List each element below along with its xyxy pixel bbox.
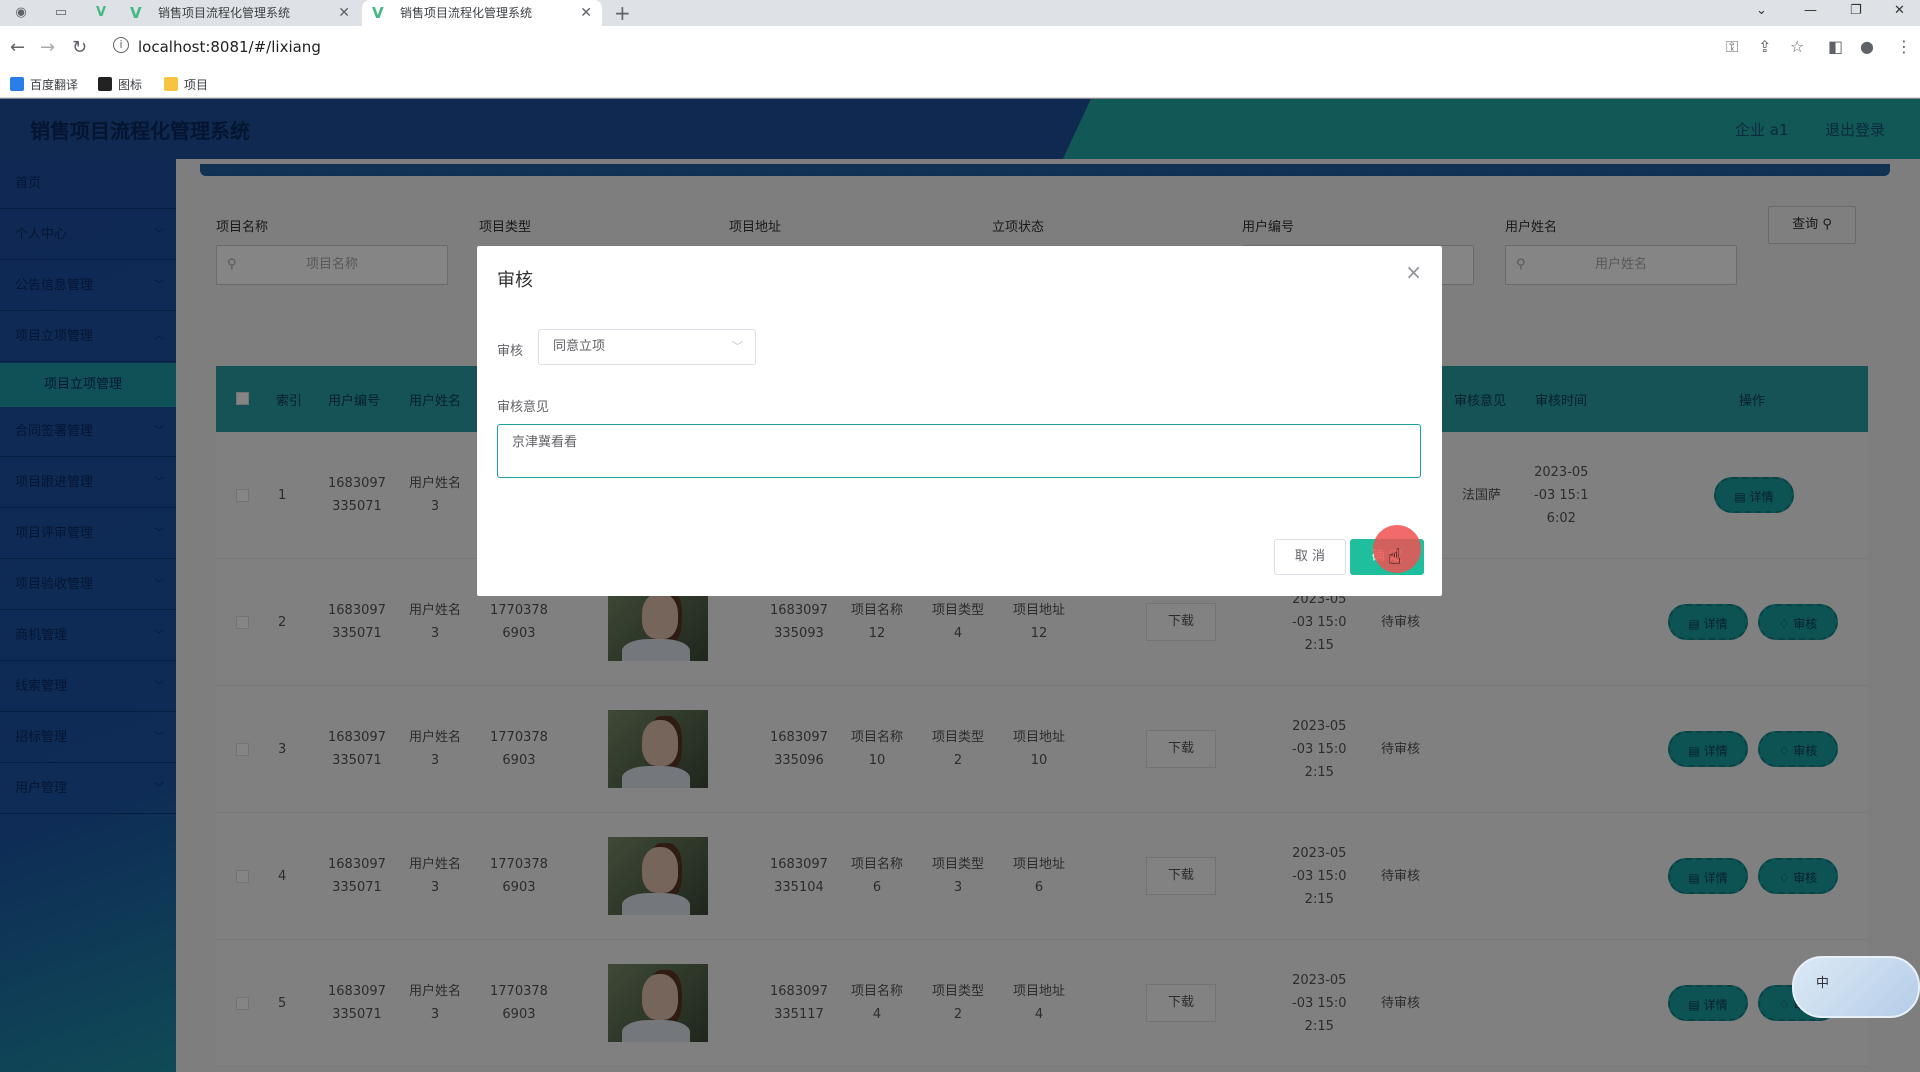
minimize-icon[interactable]: — [1804, 0, 1817, 22]
close-window-icon[interactable]: ✕ [1894, 0, 1905, 22]
browser-tab-bar: ◉ ▭ V V 销售项目流程化管理系统 ✕ V 销售项目流程化管理系统 ✕ + … [0, 0, 1920, 26]
reload-icon[interactable]: ↻ [72, 37, 87, 59]
vue-logo-icon: V [372, 4, 384, 22]
globe-icon[interactable]: ◉ [12, 4, 30, 22]
vue-logo-icon: V [130, 4, 142, 22]
address-bar: ← → ↻ i localhost:8081/#/lixiang ⚿ ⇪ ☆ ◧… [0, 26, 1920, 70]
review-label: 审核 [497, 344, 524, 359]
restore-icon[interactable]: ❐ [1850, 0, 1862, 22]
key-icon[interactable]: ⚿ [1726, 38, 1738, 56]
review-select[interactable]: 同意立项 ﹀ [538, 329, 756, 365]
profile-icon[interactable]: ● [1860, 38, 1874, 56]
browser-tab-1[interactable]: V 销售项目流程化管理系统 ✕ [120, 0, 360, 26]
opinion-textarea[interactable]: 京津冀看看 [497, 424, 1421, 478]
share-icon[interactable]: ⇪ [1758, 38, 1771, 56]
vue-tab-icon[interactable]: V [92, 4, 110, 22]
ime-mode-label: 中 [1816, 976, 1830, 991]
bookmark-item[interactable]: 图标 [98, 76, 142, 93]
ime-widget[interactable]: 中 [1792, 956, 1920, 1018]
bookmarks-bar: 百度翻译 图标 项目 [0, 70, 1920, 98]
side-panel-icon[interactable]: ◧ [1828, 38, 1843, 56]
site-info-icon[interactable]: i [113, 37, 129, 53]
bookmark-item[interactable]: 百度翻译 [10, 76, 78, 93]
close-icon[interactable]: × [1405, 260, 1422, 284]
back-icon[interactable]: ← [10, 37, 25, 59]
image-icon [98, 77, 112, 91]
menu-icon[interactable]: ⋮ [1896, 38, 1912, 56]
close-tab-icon[interactable]: ✕ [580, 0, 592, 26]
browser-tab-2[interactable]: V 销售项目流程化管理系统 ✕ [362, 0, 602, 26]
tab-title: 销售项目流程化管理系统 [158, 6, 291, 20]
folder-icon [164, 77, 178, 91]
new-tab-icon[interactable]: + [614, 0, 631, 26]
bookmark-star-icon[interactable]: ☆ [1790, 38, 1804, 56]
bookmark-item[interactable]: 项目 [164, 76, 208, 93]
forward-icon[interactable]: → [40, 37, 55, 59]
hand-cursor-icon: ☝ [1388, 545, 1402, 570]
opinion-label: 审核意见 [497, 400, 550, 415]
url-field[interactable]: localhost:8081/#/lixiang [138, 38, 321, 56]
chevron-down-icon: ﹀ [732, 340, 743, 353]
review-dialog: 审核 × 审核 同意立项﹀ 审核意见 京津冀看看 取 消 确 定 [477, 246, 1442, 596]
dialog-title: 审核 [497, 270, 533, 291]
translate-icon [10, 77, 24, 91]
tab-title: 销售项目流程化管理系统 [400, 6, 533, 20]
cancel-button[interactable]: 取 消 [1274, 539, 1346, 575]
tab-list-icon[interactable]: ⌄ [1756, 0, 1767, 22]
blank-tab-icon[interactable]: ▭ [52, 4, 70, 22]
close-tab-icon[interactable]: ✕ [338, 0, 350, 26]
